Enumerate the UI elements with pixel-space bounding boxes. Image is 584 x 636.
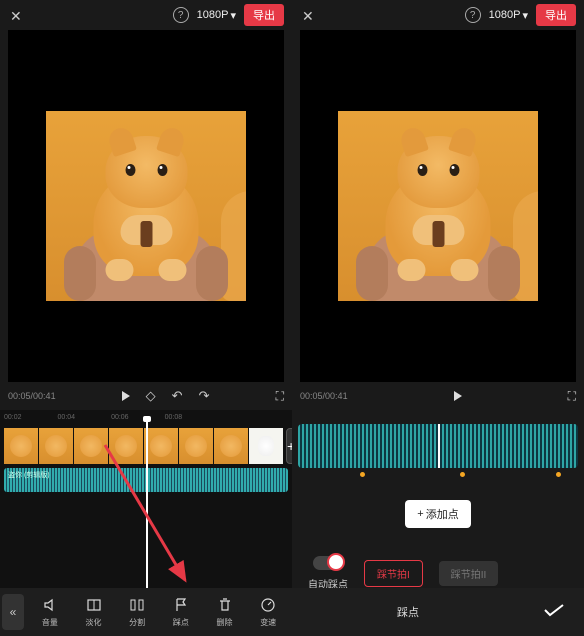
topbar: ✕ ? 1080P ▾ 导出 <box>292 0 584 30</box>
bottom-bar: 踩点 <box>292 588 584 636</box>
beat-panel: + 添加点 自动踩点 踩节拍I 踩节拍II 踩点 <box>292 410 584 636</box>
beat-markers <box>298 472 578 480</box>
auto-beat-row: 自动踩点 踩节拍I 踩节拍II <box>292 556 584 591</box>
volume-icon <box>41 596 59 614</box>
fullscreen-icon[interactable]: ⛶ <box>276 389 284 404</box>
clip-thumb[interactable] <box>214 428 248 464</box>
tool-volume[interactable]: 音量 <box>28 594 72 630</box>
add-point-button[interactable]: + 添加点 <box>405 500 470 528</box>
beat-marker[interactable] <box>360 472 365 477</box>
check-icon <box>543 603 565 617</box>
flag-icon <box>172 596 190 614</box>
clip-thumb[interactable] <box>179 428 213 464</box>
play-icon[interactable] <box>454 391 462 401</box>
beat-audio-track[interactable] <box>298 424 578 468</box>
close-icon[interactable]: ✕ <box>302 8 314 25</box>
close-icon[interactable]: ✕ <box>10 8 22 25</box>
beat-marker[interactable] <box>460 472 465 477</box>
tool-split[interactable]: 分割 <box>115 594 159 630</box>
chevron-down-icon: ▾ <box>230 9 236 22</box>
clip-thumb[interactable] <box>249 428 283 464</box>
clip-thumb[interactable] <box>74 428 108 464</box>
split-icon <box>128 596 146 614</box>
tool-fade[interactable]: 淡化 <box>72 594 116 630</box>
beat-mode-2-button[interactable]: 踩节拍II <box>439 561 499 586</box>
play-icon[interactable] <box>122 391 130 401</box>
resolution-dropdown[interactable]: 1080P ▾ <box>489 9 528 22</box>
time-label: 00:05/00:41 <box>300 391 348 401</box>
undo-icon[interactable]: ↶ <box>172 388 183 404</box>
preview-area <box>8 30 284 382</box>
fade-icon <box>85 596 103 614</box>
plus-icon: + <box>417 508 423 520</box>
video-frame[interactable] <box>338 30 538 382</box>
tool-beat[interactable]: 踩点 <box>159 594 203 630</box>
trash-icon <box>216 596 234 614</box>
tool-speed[interactable]: 变速 <box>246 594 290 630</box>
fullscreen-icon[interactable]: ⛶ <box>568 389 576 404</box>
playbar: 00:05/00:41 ◇ ↶ ↷ ⛶ <box>0 382 292 410</box>
playhead[interactable] <box>438 424 440 468</box>
clip-thumb[interactable] <box>144 428 178 464</box>
resolution-value: 1080P <box>197 9 229 21</box>
audio-clip-label: 盗你 (剪辑版) <box>8 470 50 480</box>
keyframe-icon[interactable]: ◇ <box>146 388 156 404</box>
play-controls <box>348 391 568 401</box>
export-button[interactable]: 导出 <box>244 4 284 26</box>
help-icon[interactable]: ? <box>465 7 481 23</box>
resolution-value: 1080P <box>489 9 521 21</box>
clip-thumb[interactable] <box>109 428 143 464</box>
beat-mode-1-button[interactable]: 踩节拍I <box>364 560 423 587</box>
video-frame[interactable] <box>46 30 246 382</box>
export-button[interactable]: 导出 <box>536 4 576 26</box>
clip-thumb[interactable] <box>39 428 73 464</box>
help-icon[interactable]: ? <box>173 7 189 23</box>
left-panel: ✕ ? 1080P ▾ 导出 <box>0 0 292 636</box>
right-panel: ✕ ? 1080P ▾ 导出 <box>292 0 584 636</box>
bottom-toolbar: « 音量 淡化 分割 <box>0 588 292 636</box>
toggle-knob <box>327 553 345 571</box>
speed-icon <box>259 596 277 614</box>
video-content <box>338 111 538 301</box>
topbar: ✕ ? 1080P ▾ 导出 <box>0 0 292 30</box>
redo-icon[interactable]: ↷ <box>199 388 210 404</box>
clip-thumb[interactable] <box>4 428 38 464</box>
time-label: 00:05/00:41 <box>8 391 56 401</box>
confirm-button[interactable] <box>524 603 584 622</box>
preview-area <box>300 30 576 382</box>
play-controls: ◇ ↶ ↷ <box>56 388 276 404</box>
panel-title: 踩点 <box>292 604 524 620</box>
timeline[interactable]: 00:02 00:04 00:06 00:08 + 盗你 (剪辑版) « <box>0 410 292 636</box>
playbar: 00:05/00:41 ⛶ <box>292 382 584 410</box>
auto-beat-toggle[interactable] <box>313 556 343 570</box>
collapse-button[interactable]: « <box>2 594 24 630</box>
beat-marker[interactable] <box>556 472 561 477</box>
chevron-down-icon: ▾ <box>522 9 528 22</box>
video-content <box>46 111 246 301</box>
resolution-dropdown[interactable]: 1080P ▾ <box>197 9 236 22</box>
tool-delete[interactable]: 删除 <box>203 594 247 630</box>
